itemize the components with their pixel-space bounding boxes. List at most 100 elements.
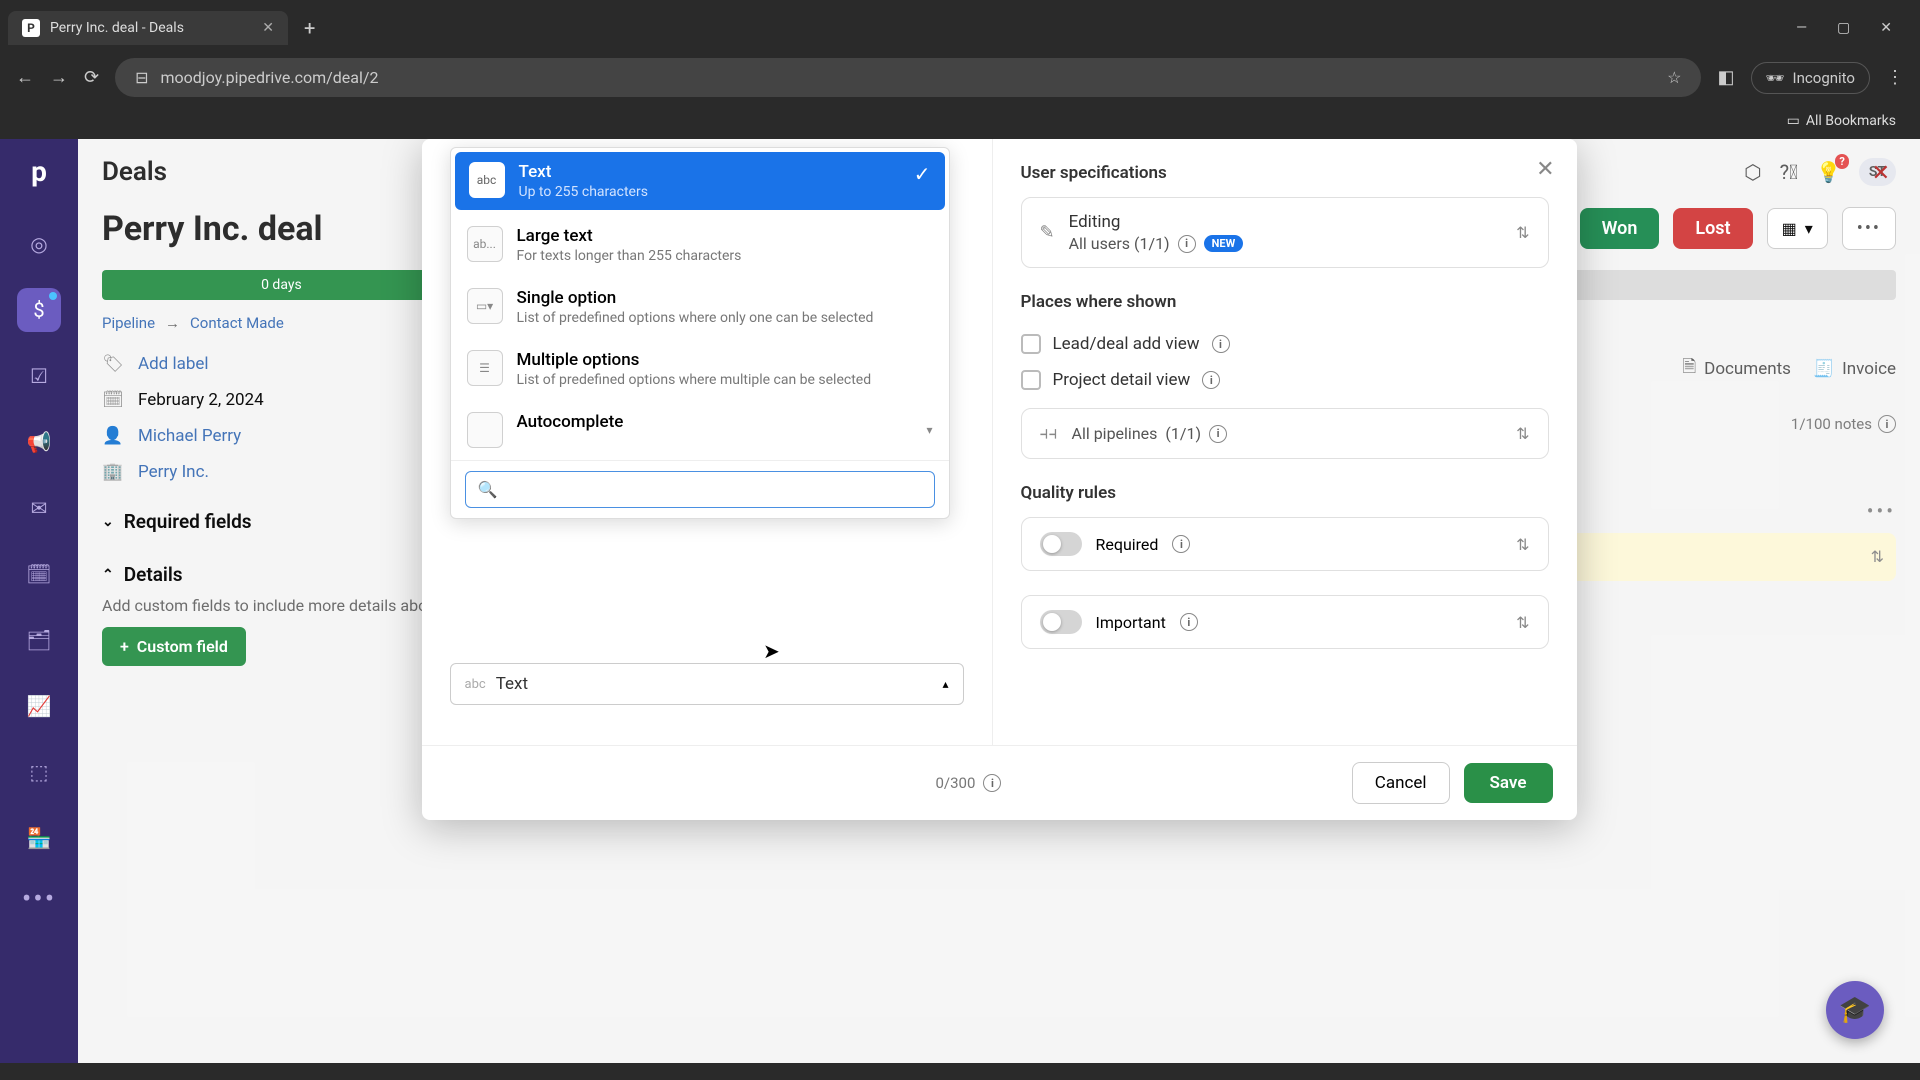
checkbox[interactable] [1021,370,1041,390]
editing-card[interactable]: ✎ Editing All users (1/1) i NEW ⇅ [1021,197,1549,268]
quality-rules-label: Quality rules [1021,483,1549,503]
custom-field-modal: ✕ abc Text Up to 255 characters [422,139,1577,820]
browser-menu-icon[interactable]: ⋮ [1886,67,1904,88]
expand-icon[interactable]: ⇅ [1516,223,1529,242]
check-icon: ✓ [914,162,931,186]
app-logo[interactable]: p [31,155,47,188]
tab-title: Perry Inc. deal - Deals [50,20,252,36]
rail-more-icon[interactable]: ••• [22,882,56,915]
main-content: Deals ⬡ ?⃝ 💡? ST Perry Inc. deal Won Los… [78,139,1920,1063]
forward-button[interactable]: → [50,67,68,88]
modal-left-panel: abc Text Up to 255 characters ✓ ab... [422,139,992,745]
info-icon[interactable]: i [1172,535,1190,553]
maximize-icon[interactable]: ▢ [1837,20,1850,36]
learn-fab[interactable]: 🎓 [1826,981,1884,1039]
multiselect-icon: ☰ [467,350,503,386]
important-toggle[interactable] [1040,610,1082,634]
save-button[interactable]: Save [1464,763,1553,803]
pipelines-card[interactable]: ⫞⫞ All pipelines (1/1) i ⇅ [1021,408,1549,459]
left-nav-rail: p ◎ $ ☑ 📢 ✉ 🗓 🗂 📈 ⬚ 🏪 ••• [0,139,78,1063]
dropdown-search-input[interactable] [507,481,921,499]
modal-footer: 0/300 i Cancel Save [422,745,1577,820]
minimize-icon[interactable]: ― [1796,20,1807,36]
rail-target-icon[interactable]: ◎ [17,222,61,266]
modal-close-button[interactable]: ✕ [1536,157,1554,182]
search-icon: 🔍 [478,480,498,499]
checkbox[interactable] [1021,334,1041,354]
caret-up-icon: ▴ [942,677,948,691]
folder-icon: ▭ [1787,113,1800,129]
graduation-icon: 🎓 [1839,995,1871,1025]
abc-icon: abc [469,162,505,198]
rail-mail-icon[interactable]: ✉ [17,486,61,530]
rail-calendar-icon[interactable]: 🗓 [17,552,61,596]
close-window-icon[interactable]: ✕ [1880,20,1892,36]
tab-bar: P Perry Inc. deal - Deals ✕ + ― ▢ ✕ [0,0,1920,48]
dropdown-item-large-text[interactable]: ab... Large text For texts longer than 2… [451,214,949,276]
info-icon[interactable]: i [983,774,1001,792]
panel-icon[interactable]: ◧ [1717,67,1734,88]
incognito-badge[interactable]: 🕶 Incognito [1751,62,1871,94]
char-count: 0/300 i [936,774,1002,792]
info-icon[interactable]: i [1212,335,1230,353]
bookmarks-bar: ▭ All Bookmarks [0,107,1920,139]
info-icon[interactable]: i [1178,235,1196,253]
window-controls: ― ▢ ✕ [1796,20,1912,36]
notif-dot [49,292,57,300]
autocomplete-icon [467,412,503,448]
all-bookmarks-button[interactable]: ▭ All Bookmarks [1787,113,1896,129]
new-badge: NEW [1204,235,1244,252]
info-icon[interactable]: i [1202,371,1220,389]
abc-icon: ab... [467,226,503,262]
user-spec-label: User specifications [1021,163,1549,183]
expand-icon[interactable]: ⇅ [1516,535,1529,554]
rail-marketplace-icon[interactable]: 🏪 [17,816,61,860]
select-icon: ▭▾ [467,288,503,324]
dropdown-item-single-option[interactable]: ▭▾ Single option List of predefined opti… [451,276,949,338]
places-shown-label: Places where shown [1021,292,1549,312]
new-tab-button[interactable]: + [292,16,327,40]
dropdown-item-text[interactable]: abc Text Up to 255 characters ✓ [455,152,945,210]
info-icon[interactable]: i [1180,613,1198,631]
info-icon[interactable]: i [1209,425,1227,443]
field-type-dropdown: abc Text Up to 255 characters ✓ ab... [450,147,950,519]
expand-icon[interactable]: ⇅ [1516,424,1529,443]
site-settings-icon[interactable]: ⊟ [135,68,148,87]
dropdown-item-autocomplete[interactable]: Autocomplete ▾ [451,400,949,460]
address-input[interactable]: ⊟ moodjoy.pipedrive.com/deal/2 ☆ [115,58,1701,97]
reload-button[interactable]: ⟳ [84,67,99,88]
bookmark-star-icon[interactable]: ☆ [1667,68,1681,87]
banner-close-icon[interactable]: ✕ [1872,161,1890,186]
expand-icon[interactable]: ⇅ [1516,613,1529,632]
back-button[interactable]: ← [16,67,34,88]
abc-icon: abc [465,677,486,692]
url-text: moodjoy.pipedrive.com/deal/2 [161,68,379,87]
dropdown-item-multiple-options[interactable]: ☰ Multiple options List of predefined op… [451,338,949,400]
required-toggle[interactable] [1040,532,1082,556]
pipeline-icon: ⫞⫞ [1040,423,1058,444]
rail-checkbox-icon[interactable]: ☑ [17,354,61,398]
lead-deal-checkbox-row: Lead/deal add view i [1021,326,1549,362]
browser-tab[interactable]: P Perry Inc. deal - Deals ✕ [8,11,288,45]
address-bar: ← → ⟳ ⊟ moodjoy.pipedrive.com/deal/2 ☆ ◧… [0,48,1920,107]
incognito-icon: 🕶 [1766,69,1785,87]
rail-contacts-icon[interactable]: 🗂 [17,618,61,662]
rail-deals-icon[interactable]: $ [17,288,61,332]
project-detail-checkbox-row: Project detail view i [1021,362,1549,398]
dropdown-search-wrap: 🔍 [451,460,949,518]
important-card: Important i ⇅ [1021,595,1549,649]
app-root: p ◎ $ ☑ 📢 ✉ 🗓 🗂 📈 ⬚ 🏪 ••• Deals ⬡ ?⃝ 💡? … [0,139,1920,1063]
modal-overlay: ✕ abc Text Up to 255 characters [78,139,1920,1063]
pencil-icon: ✎ [1040,222,1055,243]
chevron-down-icon: ▾ [926,423,932,437]
favicon: P [22,19,40,37]
rail-insights-icon[interactable]: 📈 [17,684,61,728]
required-card: Required i ⇅ [1021,517,1549,571]
field-type-select[interactable]: abc Text ▴ [450,663,964,705]
close-tab-icon[interactable]: ✕ [262,20,274,36]
rail-box-icon[interactable]: ⬚ [17,750,61,794]
browser-chrome: P Perry Inc. deal - Deals ✕ + ― ▢ ✕ ← → … [0,0,1920,139]
modal-right-panel: User specifications ✎ Editing All users … [992,139,1577,745]
cancel-button[interactable]: Cancel [1352,762,1450,804]
rail-campaign-icon[interactable]: 📢 [17,420,61,464]
